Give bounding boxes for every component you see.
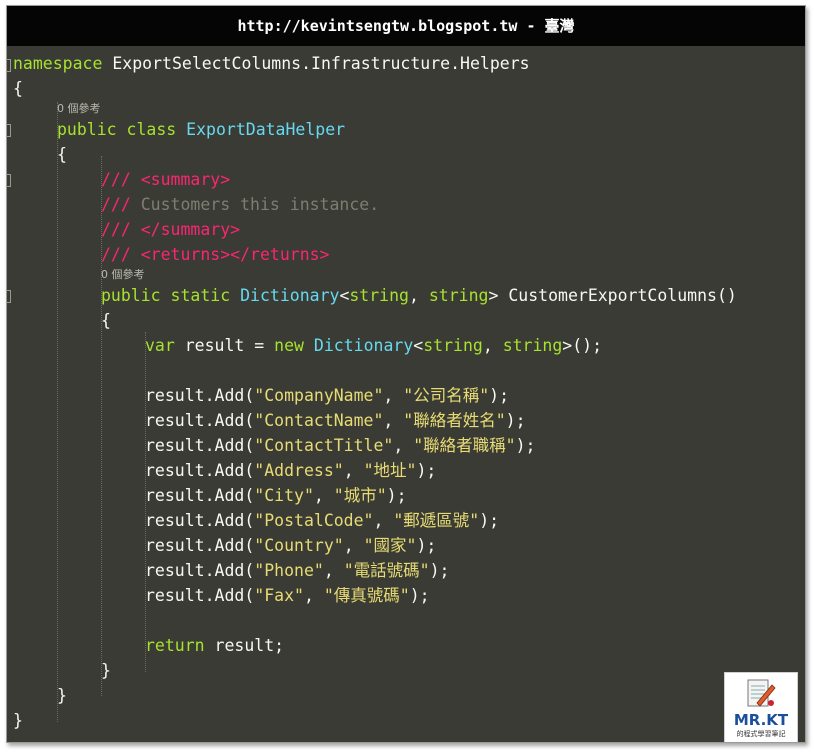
fold-marker-icon[interactable]	[7, 174, 11, 187]
screenshot-frame: http://kevintsengtw.blogspot.tw - 臺灣 nam…	[6, 5, 806, 743]
code-line-class: public class ExportDataHelper	[57, 120, 346, 139]
code-line-add-column: result.Add("ContactName", "聯絡者姓名");	[145, 411, 526, 430]
code-line-return: return result;	[145, 636, 285, 655]
code-line-add-column: result.Add("CompanyName", "公司名稱");	[145, 386, 510, 405]
code-line-var-result: var result = new Dictionary<string, stri…	[145, 336, 603, 355]
code-line-add-column: result.Add("Phone", "電話號碼");	[145, 561, 450, 580]
code-line-add-column: result.Add("Country", "國家");	[145, 536, 437, 555]
code-line-close-brace: }	[13, 711, 23, 730]
code-line-add-column: result.Add("ContactTitle", "聯絡者職稱");	[145, 436, 536, 455]
doc-comment-line: /// </summary>	[101, 220, 241, 239]
doc-comment-line: /// Customers this instance.	[101, 195, 380, 214]
code-line-method-signature: public static Dictionary<string, string>…	[101, 286, 737, 305]
logo-subtitle: 的程式學習筆記	[736, 730, 786, 738]
notebook-pen-icon	[747, 679, 776, 707]
code-line-add-column: result.Add("City", "城市");	[145, 486, 407, 505]
fold-marker-icon[interactable]	[7, 290, 11, 303]
code-line-close-brace: }	[101, 661, 111, 680]
indent-guide	[57, 102, 58, 722]
doc-comment-line: /// <returns></returns>	[101, 245, 330, 264]
doc-comment-line: /// <summary>	[101, 170, 231, 189]
mrkt-logo: MR.KT 的程式學習筆記	[724, 672, 798, 742]
code-line-add-column: result.Add("Address", "地址");	[145, 461, 437, 480]
code-line-namespace: namespace ExportSelectColumns.Infrastruc…	[13, 54, 530, 73]
codelens-references[interactable]: 0 個參考	[101, 267, 145, 283]
code-line-close-brace: }	[57, 686, 67, 705]
fold-marker-icon[interactable]	[7, 124, 11, 137]
code-line-open-brace: {	[13, 79, 23, 98]
code-line-add-column: result.Add("PostalCode", "郵遞區號");	[145, 511, 500, 530]
watermark-url: http://kevintsengtw.blogspot.tw - 臺灣	[237, 17, 575, 35]
code-line-open-brace: {	[57, 145, 67, 164]
code-editor[interactable]: namespace ExportSelectColumns.Infrastruc…	[7, 46, 805, 742]
codelens-references[interactable]: 0 個參考	[57, 101, 101, 117]
logo-brand: MR.KT	[733, 711, 789, 729]
code-line-open-brace: {	[101, 311, 111, 330]
fold-marker-icon[interactable]	[7, 59, 11, 72]
watermark-title-bar: http://kevintsengtw.blogspot.tw - 臺灣	[7, 6, 805, 46]
code-line-add-column: result.Add("Fax", "傳真號碼");	[145, 586, 430, 605]
